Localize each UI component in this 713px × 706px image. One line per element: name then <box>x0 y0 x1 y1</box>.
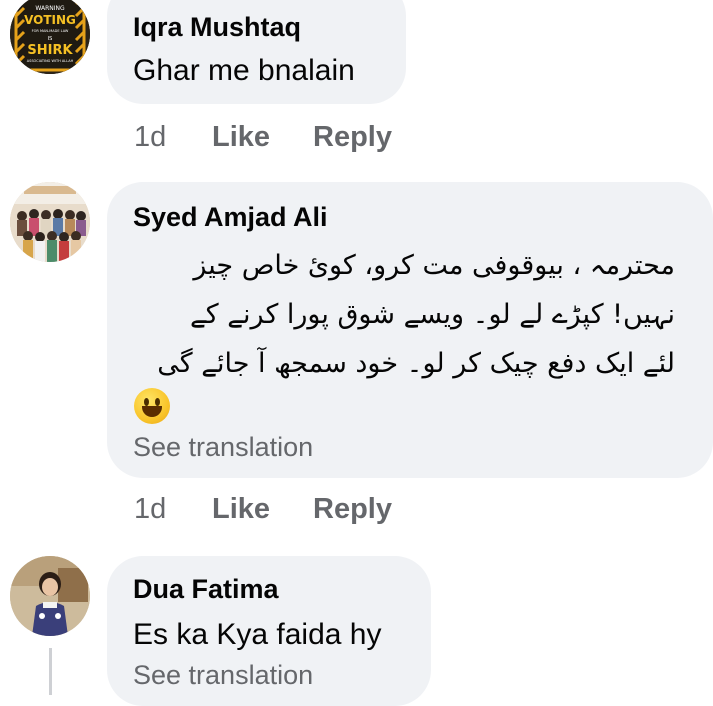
svg-text:WARNING: WARNING <box>35 5 65 12</box>
comment-text: Es ka Kya faida hy <box>133 618 382 651</box>
comment-text-line: لئے ایک دفع چیک کر لو۔ خود سمجھ آ جائے گ… <box>157 348 675 379</box>
thread-connector-line <box>49 648 52 695</box>
comment-author[interactable]: Iqra Mushtaq <box>133 12 301 43</box>
reply-button[interactable]: Reply <box>313 121 392 154</box>
comment-author[interactable]: Syed Amjad Ali <box>133 202 328 233</box>
comment-author[interactable]: Dua Fatima <box>133 574 279 605</box>
warning-sign-image: WARNING VOTING FOR MAN-MADE LAW IS SHIRK… <box>10 0 90 74</box>
avatar-iqra-mushtaq[interactable]: WARNING VOTING FOR MAN-MADE LAW IS SHIRK… <box>10 0 90 74</box>
child-photo-image <box>10 556 90 636</box>
like-button[interactable]: Like <box>212 121 270 154</box>
comment-timestamp[interactable]: 1d <box>134 121 166 154</box>
comment-bubble: Iqra Mushtaq Ghar me bnalain <box>107 0 406 104</box>
reply-button[interactable]: Reply <box>313 493 392 526</box>
svg-text:SHIRK: SHIRK <box>27 43 73 58</box>
group-photo-image <box>10 182 90 262</box>
comment-bubble: Syed Amjad Ali محترمہ ، بیوقوفی مت کرو، … <box>107 182 713 478</box>
like-button[interactable]: Like <box>212 493 270 526</box>
see-translation-link[interactable]: See translation <box>133 432 313 463</box>
svg-text:IS: IS <box>48 36 53 42</box>
comment-text-line: محترمہ ، بیوقوفی مت کرو، کوئ خاص چیز <box>193 250 675 281</box>
comment-text-line: نہیں! کپڑے لے لو۔ ویسے شوق پورا کرنے کے <box>189 299 675 330</box>
svg-text:FOR MAN-MADE LAW: FOR MAN-MADE LAW <box>32 29 69 33</box>
grinning-face-icon <box>134 388 170 424</box>
avatar-dua-fatima[interactable] <box>10 556 90 636</box>
svg-text:ASSOCIATING WITH ALLAH: ASSOCIATING WITH ALLAH <box>27 59 74 63</box>
avatar-syed-amjad-ali[interactable] <box>10 182 90 262</box>
comment-timestamp[interactable]: 1d <box>134 493 166 526</box>
svg-text:VOTING: VOTING <box>24 13 76 27</box>
comment-bubble: Dua Fatima Es ka Kya faida hy See transl… <box>107 556 431 706</box>
comment-text: Ghar me bnalain <box>133 54 355 87</box>
see-translation-link[interactable]: See translation <box>133 660 313 691</box>
